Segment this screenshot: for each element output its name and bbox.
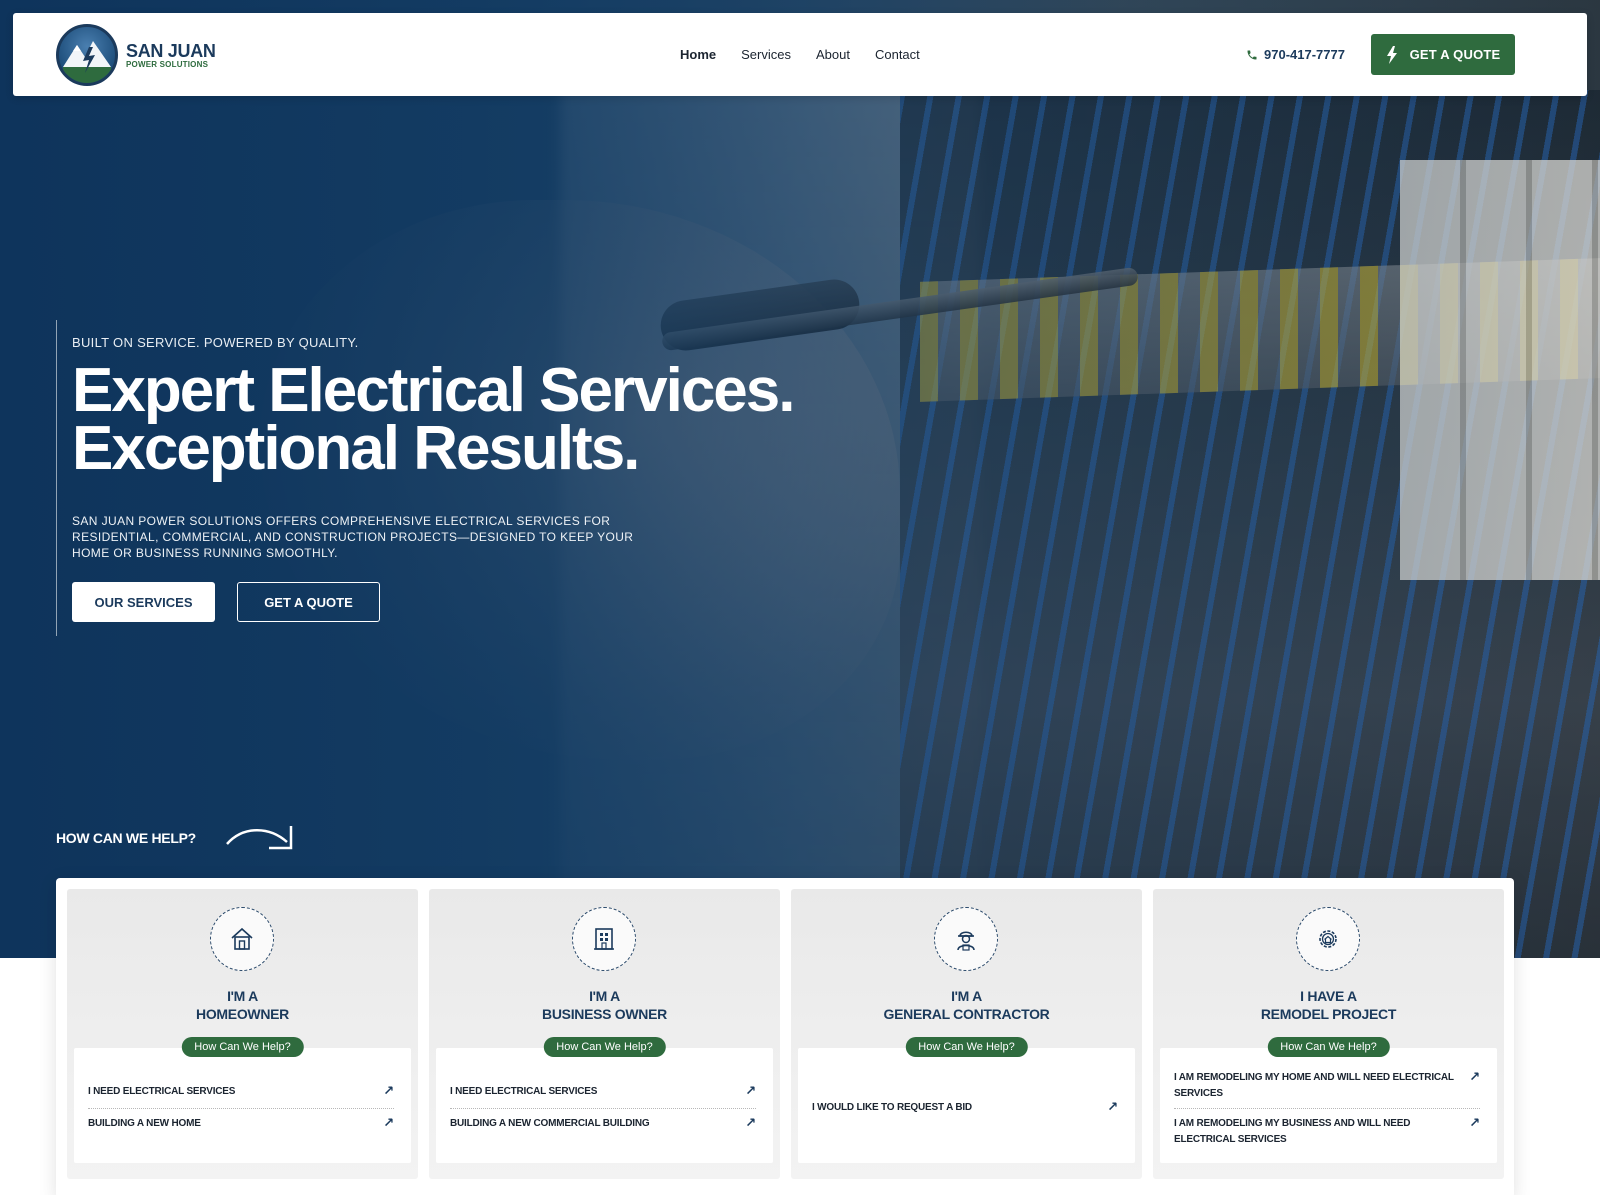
hero-eyebrow: BUILT ON SERVICE. POWERED BY QUALITY. [72, 335, 359, 350]
divider [450, 1108, 756, 1109]
option-link[interactable]: BUILDING A NEW COMMERCIAL BUILDING ↗ [450, 1116, 756, 1132]
option-label: I WOULD LIKE TO REQUEST A BID [812, 1102, 972, 1113]
arrow-up-right-icon: ↗ [745, 1115, 756, 1130]
option-label: I NEED ELECTRICAL SERVICES [88, 1086, 236, 1097]
nav-home-link[interactable]: Home [680, 47, 716, 62]
option-label: I NEED ELECTRICAL SERVICES [450, 1086, 598, 1097]
card-remodel-project[interactable]: I HAVE A REMODEL PROJECT How Can We Help… [1153, 889, 1504, 1179]
arrow-up-right-icon: ↗ [383, 1115, 394, 1130]
nav-services-link[interactable]: Services [741, 47, 791, 62]
how-can-we-help-pill: How Can We Help? [905, 1037, 1028, 1057]
divider [88, 1108, 394, 1109]
option-link[interactable]: I WOULD LIKE TO REQUEST A BID ↗ [812, 1100, 1118, 1116]
card-title: REMODEL PROJECT [1260, 1006, 1397, 1022]
phone-number: 970-417-7777 [1264, 47, 1345, 62]
arrow-up-right-icon: ↗ [1469, 1115, 1480, 1130]
our-services-button[interactable]: OUR SERVICES [72, 582, 215, 622]
hero-headline: Expert Electrical Services. Exceptional … [72, 356, 892, 483]
card-options: I AM REMODELING MY HOME AND WILL NEED EL… [1160, 1048, 1497, 1163]
phone-icon [1247, 50, 1257, 59]
hero-get-quote-button[interactable]: GET A QUOTE [237, 582, 380, 622]
house-icon [210, 907, 274, 971]
building-icon [572, 907, 636, 971]
card-kicker: I HAVE A [1300, 988, 1357, 1004]
card-kicker: I'M A [951, 988, 982, 1004]
main-nav: Home Services About Contact [680, 13, 920, 96]
header-get-quote-label: GET A QUOTE [1409, 47, 1501, 62]
option-label: I AM REMODELING MY BUSINESS AND WILL NEE… [1174, 1118, 1411, 1145]
card-title: HOMEOWNER [196, 1006, 289, 1022]
how-can-we-help-pill: How Can We Help? [181, 1037, 304, 1057]
worker-icon [934, 907, 998, 971]
option-link[interactable]: I NEED ELECTRICAL SERVICES ↗ [450, 1084, 756, 1100]
option-link[interactable]: BUILDING A NEW HOME ↗ [88, 1116, 394, 1132]
nav-contact-link[interactable]: Contact [875, 47, 920, 62]
card-homeowner[interactable]: I'M A HOMEOWNER How Can We Help? I NEED … [67, 889, 418, 1179]
brand-name: SAN JUAN [126, 40, 216, 61]
site-header: SAN JUAN POWER SOLUTIONS Home Services A… [13, 13, 1587, 96]
nav-about-link[interactable]: About [816, 47, 850, 62]
hero-description: SAN JUAN POWER SOLUTIONS OFFERS COMPREHE… [72, 514, 634, 560]
divider [1174, 1108, 1480, 1109]
option-link[interactable]: I AM REMODELING MY BUSINESS AND WILL NEE… [1174, 1116, 1480, 1148]
option-link[interactable]: I AM REMODELING MY HOME AND WILL NEED EL… [1174, 1070, 1480, 1102]
arrow-up-right-icon: ↗ [383, 1083, 394, 1098]
hero-headline-line-1: Expert Electrical Services. [72, 356, 795, 425]
how-can-we-help-pill: How Can We Help? [1267, 1037, 1390, 1057]
option-label: I AM REMODELING MY HOME AND WILL NEED EL… [1174, 1072, 1454, 1099]
header-get-quote-button[interactable]: GET A QUOTE [1371, 34, 1515, 75]
arrow-up-right-icon: ↗ [1469, 1069, 1480, 1084]
hero-headline-line-2: Exceptional Results. [72, 414, 640, 483]
arrow-up-right-icon: ↗ [1107, 1099, 1118, 1114]
option-label: BUILDING A NEW HOME [88, 1118, 201, 1129]
card-title: GENERAL CONTRACTOR [883, 1006, 1050, 1022]
card-options: I NEED ELECTRICAL SERVICES ↗ BUILDING A … [436, 1048, 773, 1163]
card-options: I WOULD LIKE TO REQUEST A BID ↗ [798, 1048, 1135, 1163]
curved-arrow-icon [226, 826, 293, 850]
option-link[interactable]: I NEED ELECTRICAL SERVICES ↗ [88, 1084, 394, 1100]
card-options: I NEED ELECTRICAL SERVICES ↗ BUILDING A … [74, 1048, 411, 1163]
bolt-icon [1386, 45, 1397, 64]
how-can-we-help-pill: How Can We Help? [543, 1037, 666, 1057]
option-label: BUILDING A NEW COMMERCIAL BUILDING [450, 1118, 650, 1129]
phone-link[interactable]: 970-417-7777 [1246, 13, 1345, 96]
hero-content: BUILT ON SERVICE. POWERED BY QUALITY. Ex… [56, 320, 876, 636]
gear-house-icon [1296, 907, 1360, 971]
brand-logo[interactable]: SAN JUAN POWER SOLUTIONS [56, 24, 216, 86]
card-kicker: I'M A [227, 988, 258, 1004]
card-general-contractor[interactable]: I'M A GENERAL CONTRACTOR How Can We Help… [791, 889, 1142, 1179]
audience-cards: I'M A HOMEOWNER How Can We Help? I NEED … [56, 878, 1514, 1195]
card-business-owner[interactable]: I'M A BUSINESS OWNER How Can We Help? I … [429, 889, 780, 1179]
how-can-we-help-label: HOW CAN WE HELP? [56, 830, 196, 846]
mountain-logo-icon [56, 24, 118, 86]
brand-tagline: POWER SOLUTIONS [126, 59, 209, 69]
card-kicker: I'M A [589, 988, 620, 1004]
arrow-up-right-icon: ↗ [745, 1083, 756, 1098]
card-title: BUSINESS OWNER [542, 1006, 667, 1022]
